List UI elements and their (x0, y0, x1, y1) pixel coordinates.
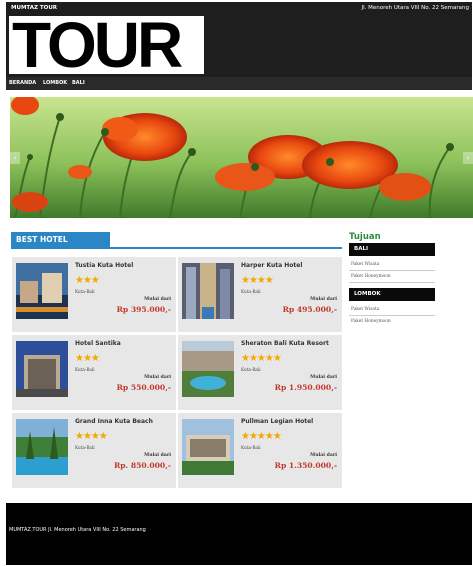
hotel-price: Rp 395.000,- (116, 305, 171, 314)
price-label: Mulai dari (310, 375, 337, 380)
hotel-price: Rp 495.000,- (282, 305, 337, 314)
chevron-right-icon: › (466, 154, 470, 162)
sidebar-divider (349, 315, 435, 316)
hotel-card-tustia[interactable]: Tustia Kuta Hotel ★★★ Kuta-Bali Mulai da… (12, 257, 176, 332)
hotel-location: Kuta-Bali (75, 445, 95, 450)
chevron-left-icon: ‹ (13, 154, 17, 162)
star-rating: ★★★★★ (241, 431, 282, 442)
sidebar-link-lombok-honeymoon[interactable]: Paket Honeymoon (349, 319, 435, 324)
top-bar: MUMTAZ TOUR Jl. Menoreh Utara VIII No. 2… (6, 2, 472, 15)
slider-next-button[interactable]: › (463, 152, 473, 164)
hotel-location: Kuta-Bali (241, 445, 261, 450)
hotel-name[interactable]: Grand Inna Kuta Beach (75, 418, 153, 425)
header-address: Jl. Menoreh Utara VIII No. 22 Semarang (361, 5, 469, 11)
hero-image (10, 97, 473, 218)
sidebar-link-bali-honeymoon[interactable]: Paket Honeymoon (349, 274, 435, 279)
price-label: Mulai dari (310, 453, 337, 458)
sidebar-heading-bali: BALI (349, 243, 435, 256)
price-label: Mulai dari (144, 453, 171, 458)
hotel-price: Rp 1.350.000,- (274, 461, 337, 470)
hotel-photo[interactable] (182, 341, 234, 397)
hotel-location: Kuta-Bali (75, 367, 95, 372)
hotel-card-harper[interactable]: Harper Kuta Hotel ★★★★ Kuta-Bali Mulai d… (178, 257, 342, 332)
sidebar-divider (349, 282, 435, 283)
hotel-photo[interactable] (182, 419, 234, 475)
star-rating: ★★★ (75, 353, 100, 364)
hotel-name[interactable]: Pullman Legian Hotel (241, 418, 313, 425)
sidebar-heading-lombok: LOMBOK (349, 288, 435, 301)
hotel-price: Rp. 850.000,- (113, 461, 171, 470)
site-header: TOUR (6, 15, 472, 77)
best-hotel-heading: BEST HOTEL (11, 232, 110, 247)
hotel-photo[interactable] (16, 341, 68, 397)
brand-name: MUMTAZ TOUR (11, 5, 58, 11)
hotel-name[interactable]: Hotel Santika (75, 340, 121, 347)
hotel-photo[interactable] (16, 419, 68, 475)
price-label: Mulai dari (310, 297, 337, 302)
hotel-card-pullman[interactable]: Pullman Legian Hotel ★★★★★ Kuta-Bali Mul… (178, 413, 342, 488)
hotel-location: Kuta-Bali (75, 289, 95, 294)
hotel-price: Rp 550.000,- (116, 383, 171, 392)
hotel-name[interactable]: Harper Kuta Hotel (241, 262, 302, 269)
hotel-photo[interactable] (16, 263, 68, 319)
price-label: Mulai dari (144, 297, 171, 302)
page: MUMTAZ TOUR Jl. Menoreh Utara VIII No. 2… (0, 0, 473, 566)
hotel-photo[interactable] (182, 263, 234, 319)
slider-prev-button[interactable]: ‹ (10, 152, 20, 164)
main-nav: BERANDA LOMBOK BALI (6, 77, 472, 90)
nav-item-lombok[interactable]: LOMBOK (43, 77, 67, 90)
hotel-card-grand-inna[interactable]: Grand Inna Kuta Beach ★★★★ Kuta-Bali Mul… (12, 413, 176, 488)
star-rating: ★★★★★ (241, 353, 282, 364)
hotel-name[interactable]: Sheraton Bali Kuta Resort (241, 340, 329, 347)
section-divider (11, 247, 342, 249)
site-footer: MUMTAZ TOUR Jl. Menoreh Utara VIII No. 2… (6, 503, 472, 565)
nav-item-bali[interactable]: BALI (72, 77, 85, 90)
hotel-card-sheraton[interactable]: Sheraton Bali Kuta Resort ★★★★★ Kuta-Bal… (178, 335, 342, 410)
sidebar-link-bali-wisata[interactable]: Paket Wisata (349, 262, 435, 267)
hero-slider[interactable]: ‹ › (10, 97, 473, 218)
star-rating: ★★★★ (75, 431, 108, 442)
nav-item-beranda[interactable]: BERANDA (9, 77, 36, 90)
sidebar-divider (349, 270, 435, 271)
footer-text: MUMTAZ TOUR Jl. Menoreh Utara VIII No. 2… (9, 527, 146, 533)
hotel-price: Rp 1.950.000,- (274, 383, 337, 392)
star-rating: ★★★ (75, 275, 100, 286)
star-rating: ★★★★ (241, 275, 274, 286)
hotel-card-santika[interactable]: Hotel Santika ★★★ Kuta-Bali Mulai dari R… (12, 335, 176, 410)
hotel-location: Kuta-Bali (241, 367, 261, 372)
logo[interactable]: TOUR (9, 16, 204, 74)
hotel-name[interactable]: Tustia Kuta Hotel (75, 262, 133, 269)
sidebar-title: Tujuan (349, 232, 381, 242)
price-label: Mulai dari (144, 375, 171, 380)
sidebar-link-lombok-wisata[interactable]: Paket Wisata (349, 307, 435, 312)
hotel-location: Kuta-Bali (241, 289, 261, 294)
logo-text: TOUR (12, 16, 183, 74)
